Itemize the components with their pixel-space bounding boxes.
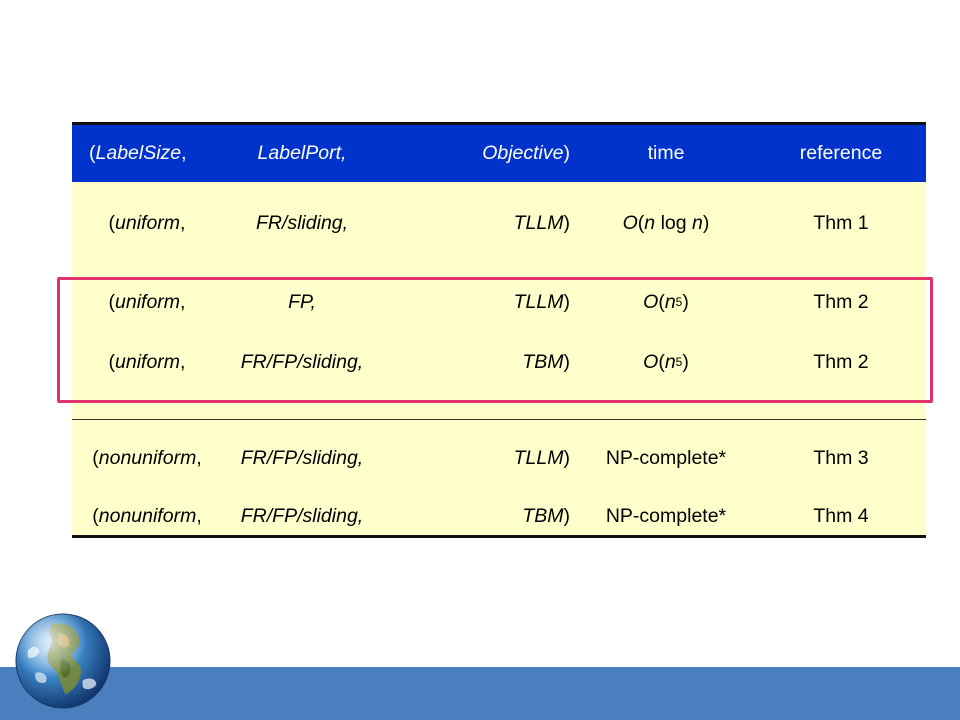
cell-text: n [692, 211, 703, 234]
header-objective-text: Objective [482, 142, 564, 164]
cell-text: O [622, 211, 638, 234]
cell-label-port: FR/FP/sliding, [240, 504, 364, 527]
cell-objective: TLLM) [513, 211, 570, 234]
cell-label-port: FR/sliding, [255, 211, 349, 234]
footer-bar [0, 667, 960, 720]
cell-text: nonuniform [98, 504, 197, 527]
cell-text: uniform [115, 211, 181, 234]
header-label-size-text: LabelSize [95, 142, 182, 164]
cell-reference: Thm 1 [813, 211, 869, 234]
highlight-box [57, 277, 933, 403]
cell-label-size: (nonuniform, [92, 446, 202, 469]
header-objective: Objective) [482, 142, 570, 164]
row-separator [72, 419, 926, 420]
header-label-size: (LabelSize, [89, 142, 187, 164]
cell-text: TBM [522, 504, 564, 527]
cell-text: n [644, 211, 656, 234]
header-reference: reference [799, 142, 883, 164]
cell-text: TLLM [513, 446, 564, 469]
cell-label-port: FR/FP/sliding, [240, 446, 364, 469]
cell-time: NP-complete* [605, 446, 727, 469]
cell-label-size: (uniform, [108, 211, 186, 234]
cell-label-size: (nonuniform, [92, 504, 202, 527]
slide: (LabelSize, LabelPort, Objective) time r… [0, 0, 960, 720]
cell-objective: TLLM) [513, 446, 570, 469]
cell-objective: TBM) [522, 504, 570, 527]
globe-icon [15, 613, 111, 709]
cell-reference: Thm 3 [813, 446, 869, 469]
table-header: (LabelSize, LabelPort, Objective) time r… [72, 122, 926, 182]
table-row: (nonuniform, FR/FP/sliding, TBM) NP-comp… [72, 496, 926, 536]
header-label-port: LabelPort, [257, 142, 347, 164]
table-row-group-nonuniform: (nonuniform, FR/FP/sliding, TLLM) NP-com… [72, 420, 926, 538]
cell-text: TLLM [513, 211, 564, 234]
cell-text: nonuniform [98, 446, 197, 469]
table-row: (nonuniform, FR/FP/sliding, TLLM) NP-com… [72, 438, 926, 478]
cell-time: O(n log n) [622, 211, 710, 234]
cell-time: NP-complete* [605, 504, 727, 527]
table-row: (uniform, FR/sliding, TLLM) O(n log n) T… [72, 182, 926, 264]
cell-reference: Thm 4 [813, 504, 869, 527]
header-time: time [647, 142, 685, 164]
